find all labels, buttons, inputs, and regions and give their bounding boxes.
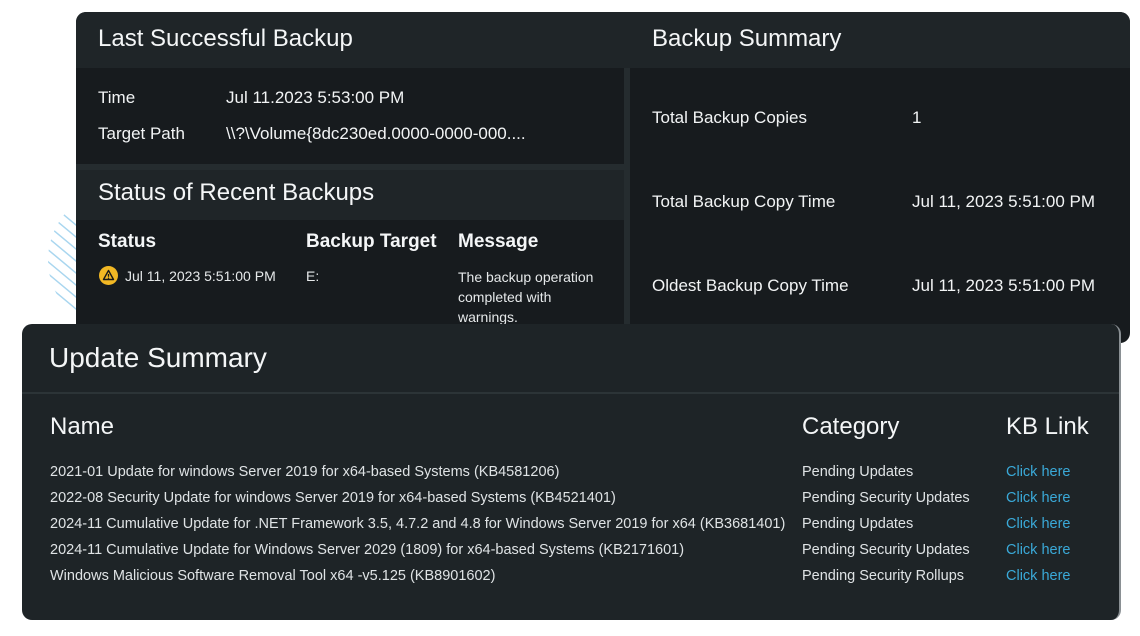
column-divider	[624, 68, 630, 343]
update-category: Pending Security Updates	[802, 542, 970, 558]
col-category: Category	[802, 413, 900, 440]
update-category: Pending Security Rollups	[802, 568, 965, 584]
time-value: Jul 11.2023 5:53:00 PM	[226, 88, 405, 107]
recent-backups-header: Status of Recent Backups	[76, 170, 624, 220]
target-path-label: Target Path	[98, 124, 185, 143]
update-name: 2021-01 Update for windows Server 2019 f…	[50, 464, 560, 480]
update-row: Windows Malicious Software Removal Tool …	[22, 568, 1119, 594]
update-name: 2022-08 Security Update for windows Serv…	[50, 490, 616, 506]
backup-target-value: E:	[306, 268, 320, 284]
kb-link[interactable]: Click here	[1006, 490, 1070, 506]
kb-link[interactable]: Click here	[1006, 568, 1070, 584]
total-backup-copy-time-value: Jul 11, 2023 5:51:00 PM	[912, 192, 1096, 211]
update-name: 2024-11 Cumulative Update for Windows Se…	[50, 542, 685, 558]
kb-link[interactable]: Click here	[1006, 542, 1070, 558]
update-summary-title: Update Summary	[49, 342, 267, 373]
col-status: Status	[98, 231, 157, 252]
last-successful-backup-title: Last Successful Backup	[98, 25, 353, 52]
oldest-backup-copy-time-value: Jul 11, 2023 5:51:00 PM	[912, 276, 1096, 295]
total-backup-copies-label: Total Backup Copies	[652, 108, 807, 127]
update-category: Pending Security Updates	[802, 490, 970, 506]
backup-summary-title: Backup Summary	[652, 25, 842, 52]
update-summary-divider	[22, 392, 1119, 394]
update-row: 2022-08 Security Update for windows Serv…	[22, 490, 1119, 516]
update-name: Windows Malicious Software Removal Tool …	[50, 568, 496, 584]
col-backup-target: Backup Target	[306, 231, 437, 252]
update-category: Pending Updates	[802, 464, 914, 480]
last-successful-backup-header: Last Successful Backup	[76, 12, 624, 68]
update-summary-card: Update Summary Name Category KB Link 202…	[22, 324, 1121, 620]
update-category: Pending Updates	[802, 516, 914, 532]
kb-link[interactable]: Click here	[1006, 464, 1070, 480]
update-row: 2024-11 Cumulative Update for .NET Frame…	[22, 516, 1119, 542]
recent-backups-title: Status of Recent Backups	[98, 179, 375, 206]
time-label: Time	[98, 88, 136, 107]
backup-overview-card: Last Successful Backup Time Jul 11.2023 …	[76, 12, 1130, 343]
total-backup-copies-value: 1	[912, 108, 922, 127]
col-kb-link: KB Link	[1006, 413, 1089, 440]
total-backup-copy-time-label: Total Backup Copy Time	[652, 192, 836, 211]
col-message: Message	[458, 231, 539, 252]
backup-summary-header: Backup Summary	[624, 12, 1130, 68]
update-row: 2024-11 Cumulative Update for Windows Se…	[22, 542, 1119, 568]
status-time: Jul 11, 2023 5:51:00 PM	[125, 268, 276, 284]
kb-link[interactable]: Click here	[1006, 516, 1070, 532]
target-path-value: \\?\Volume{8dc230ed.0000-0000-000....	[226, 124, 526, 143]
warning-icon	[99, 266, 118, 285]
col-name: Name	[50, 413, 115, 440]
update-row: 2021-01 Update for windows Server 2019 f…	[22, 464, 1119, 490]
backup-message: The backup operation completed with warn…	[458, 269, 594, 325]
update-name: 2024-11 Cumulative Update for .NET Frame…	[50, 516, 786, 532]
oldest-backup-copy-time-label: Oldest Backup Copy Time	[652, 276, 849, 295]
